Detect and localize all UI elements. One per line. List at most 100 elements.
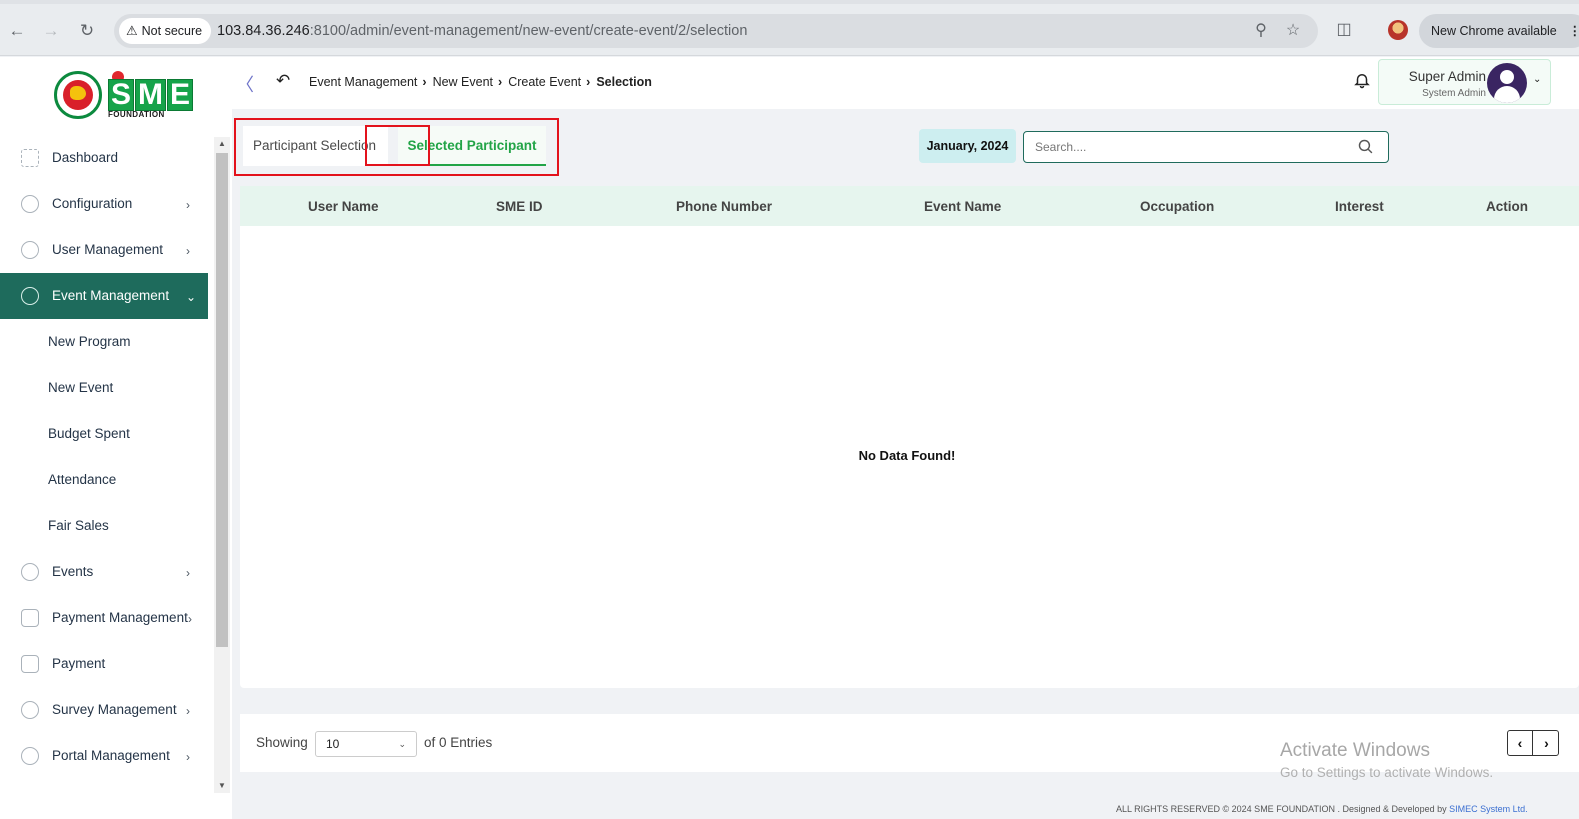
column-header-action: Action xyxy=(1486,199,1528,214)
search-icon[interactable] xyxy=(1357,138,1374,155)
kebab-menu-icon[interactable]: ⋮ xyxy=(1569,14,1579,48)
event-icon xyxy=(21,287,39,305)
pie-chart-icon xyxy=(21,701,39,719)
sidebar-subitem-label: Budget Spent xyxy=(48,426,130,441)
showing-label: Showing xyxy=(256,735,308,750)
avatar xyxy=(1487,63,1527,103)
prev-page-button[interactable]: ‹ xyxy=(1508,731,1533,755)
table-header: User Name SME ID Phone Number Event Name… xyxy=(240,186,1579,226)
sidebar-item-payment[interactable]: Payment xyxy=(0,641,208,687)
sidebar-subitem-label: New Program xyxy=(48,334,131,349)
sidebar-subitem-attendance[interactable]: Attendance xyxy=(0,457,208,503)
sidebar-subitem-new-event[interactable]: New Event xyxy=(0,365,208,411)
breadcrumb-item[interactable]: Event Management xyxy=(309,75,417,89)
user-role: System Admin xyxy=(1422,88,1486,99)
portal-icon xyxy=(21,747,39,765)
url-text[interactable]: 103.84.36.246:8100/admin/event-managemen… xyxy=(217,14,747,48)
sidebar-subitem-budget-spent[interactable]: Budget Spent xyxy=(0,411,208,457)
browser-chrome: ← → ↻ ⚠ Not secure 103.84.36.246:8100/adm… xyxy=(0,0,1579,56)
breadcrumb-item[interactable]: Create Event xyxy=(508,75,581,89)
chevron-down-icon: ⌄ xyxy=(398,739,406,749)
breadcrumb: Event Management › New Event › Create Event ›… xyxy=(309,57,652,107)
chevron-right-icon: › xyxy=(186,750,190,764)
sidebar-item-payment-management[interactable]: Payment Management › xyxy=(0,595,208,641)
next-page-button[interactable]: › xyxy=(1534,731,1559,755)
sidebar-subitem-label: Attendance xyxy=(48,472,117,487)
sidebar-item-dashboard[interactable]: Dashboard xyxy=(0,135,208,181)
column-header-user-name: User Name xyxy=(308,199,379,214)
developer-link[interactable]: SIMEC System Ltd. xyxy=(1449,804,1528,814)
sidebar-item-portal-management[interactable]: Portal Management › xyxy=(0,733,208,779)
events-icon xyxy=(21,563,39,581)
breadcrumb-chevron-icon: › xyxy=(422,75,427,89)
zoom-icon[interactable]: ⚲ xyxy=(1250,20,1272,42)
bookmark-star-icon[interactable]: ☆ xyxy=(1282,20,1304,42)
column-header-sme-id: SME ID xyxy=(496,199,543,214)
payment-card-icon xyxy=(21,609,39,627)
copyright-footer: ALL RIGHTS RESERVED © 2024 SME FOUNDATIO… xyxy=(1116,804,1528,814)
top-header: 〈 ↶ Event Management › New Event › Create Ev… xyxy=(232,57,1579,109)
sidebar-item-label: Payment Management xyxy=(52,610,188,625)
sidebar-subitem-new-program[interactable]: New Program xyxy=(0,319,208,365)
tab-participant-selection[interactable]: Participant Selection xyxy=(243,126,388,166)
sidebar-scrollbar[interactable]: ▲ ▼ xyxy=(214,137,230,793)
breadcrumb-chevron-icon: › xyxy=(498,75,503,89)
sidebar-item-label: Survey Management xyxy=(52,702,177,717)
sidebar-subitem-label: New Event xyxy=(48,380,114,395)
security-chip[interactable]: ⚠ Not secure xyxy=(119,18,212,44)
sidebar-subitem-label: Fair Sales xyxy=(48,518,109,533)
column-header-occupation: Occupation xyxy=(1140,199,1215,214)
chevron-down-icon: ⌄ xyxy=(186,290,197,304)
sidebar-item-survey-management[interactable]: Survey Management › xyxy=(0,687,208,733)
chevron-down-icon: ⌄ xyxy=(1533,74,1542,85)
user-profile-menu[interactable]: Super Admin System Admin ⌄ xyxy=(1378,59,1551,105)
government-emblem-icon xyxy=(54,71,102,119)
url-host: 103.84.36.246 xyxy=(217,23,310,39)
search-input[interactable] xyxy=(1024,132,1344,162)
sidebar-item-events[interactable]: Events › xyxy=(0,549,208,595)
column-header-interest: Interest xyxy=(1335,199,1384,214)
url-path: :8100/admin/event-management/new-event/c… xyxy=(309,23,748,39)
page-size-select[interactable]: 10 ⌄ xyxy=(315,731,417,757)
collapse-sidebar-icon[interactable]: 〈 xyxy=(236,71,254,97)
update-label: New Chrome available xyxy=(1431,24,1557,38)
tab-selected-participant[interactable]: Selected Participant xyxy=(398,126,546,166)
windows-watermark-title: Activate Windows xyxy=(1280,740,1430,761)
column-header-event-name: Event Name xyxy=(924,199,1002,214)
sme-foundation-logo[interactable]: SME FOUNDATION xyxy=(54,71,194,121)
sidebar-subitem-fair-sales[interactable]: Fair Sales xyxy=(0,503,208,549)
notification-bell-icon[interactable] xyxy=(1352,71,1372,91)
empty-state-text: No Data Found! xyxy=(858,448,956,463)
tab-strip xyxy=(0,0,1579,4)
warning-triangle-icon: ⚠ xyxy=(126,23,138,38)
security-label: Not secure xyxy=(141,24,203,38)
sidebar-item-label: Event Management xyxy=(52,288,170,303)
browser-profile-avatar[interactable] xyxy=(1388,20,1408,40)
pagination-bar: Showing 10 ⌄ of 0 Entries Activate Windo… xyxy=(240,714,1579,780)
entries-count: of 0 Entries xyxy=(424,735,493,750)
pager: ‹ › xyxy=(1507,730,1559,756)
breadcrumb-item[interactable]: New Event xyxy=(433,75,493,89)
scroll-down-arrow-icon[interactable]: ▼ xyxy=(214,779,230,793)
undo-back-icon[interactable]: ↶ xyxy=(276,71,290,91)
chrome-update-chip[interactable]: New Chrome available ⋮ xyxy=(1419,14,1579,48)
month-filter-chip[interactable]: January, 2024 xyxy=(919,129,1016,163)
configuration-icon xyxy=(21,195,39,213)
sidebar-item-configuration[interactable]: Configuration › xyxy=(0,181,208,227)
chevron-right-icon: › xyxy=(186,244,190,258)
scrollbar-thumb[interactable] xyxy=(216,153,228,647)
address-bar[interactable]: ⚠ Not secure 103.84.36.246:8100/admin/eve… xyxy=(114,14,1318,48)
extensions-puzzle-icon[interactable]: ◫ xyxy=(1334,20,1354,40)
reload-icon[interactable]: ↻ xyxy=(76,20,98,42)
participant-tabs: Participant Selection Selected Participa… xyxy=(240,126,550,168)
forward-arrow-icon[interactable]: → xyxy=(40,20,62,42)
search-box xyxy=(1023,131,1389,163)
windows-watermark-subtitle: Go to Settings to activate Windows. xyxy=(1280,765,1494,780)
back-arrow-icon[interactable]: ← xyxy=(6,20,28,42)
sidebar-item-label: Events xyxy=(52,564,94,579)
sidebar-menu: Dashboard Configuration › User Managemen… xyxy=(0,135,208,779)
sidebar-item-event-management[interactable]: Event Management ⌄ xyxy=(0,273,208,319)
user-shield-icon xyxy=(21,241,39,259)
sidebar-item-user-management[interactable]: User Management › xyxy=(0,227,208,273)
scroll-up-arrow-icon[interactable]: ▲ xyxy=(214,137,230,151)
